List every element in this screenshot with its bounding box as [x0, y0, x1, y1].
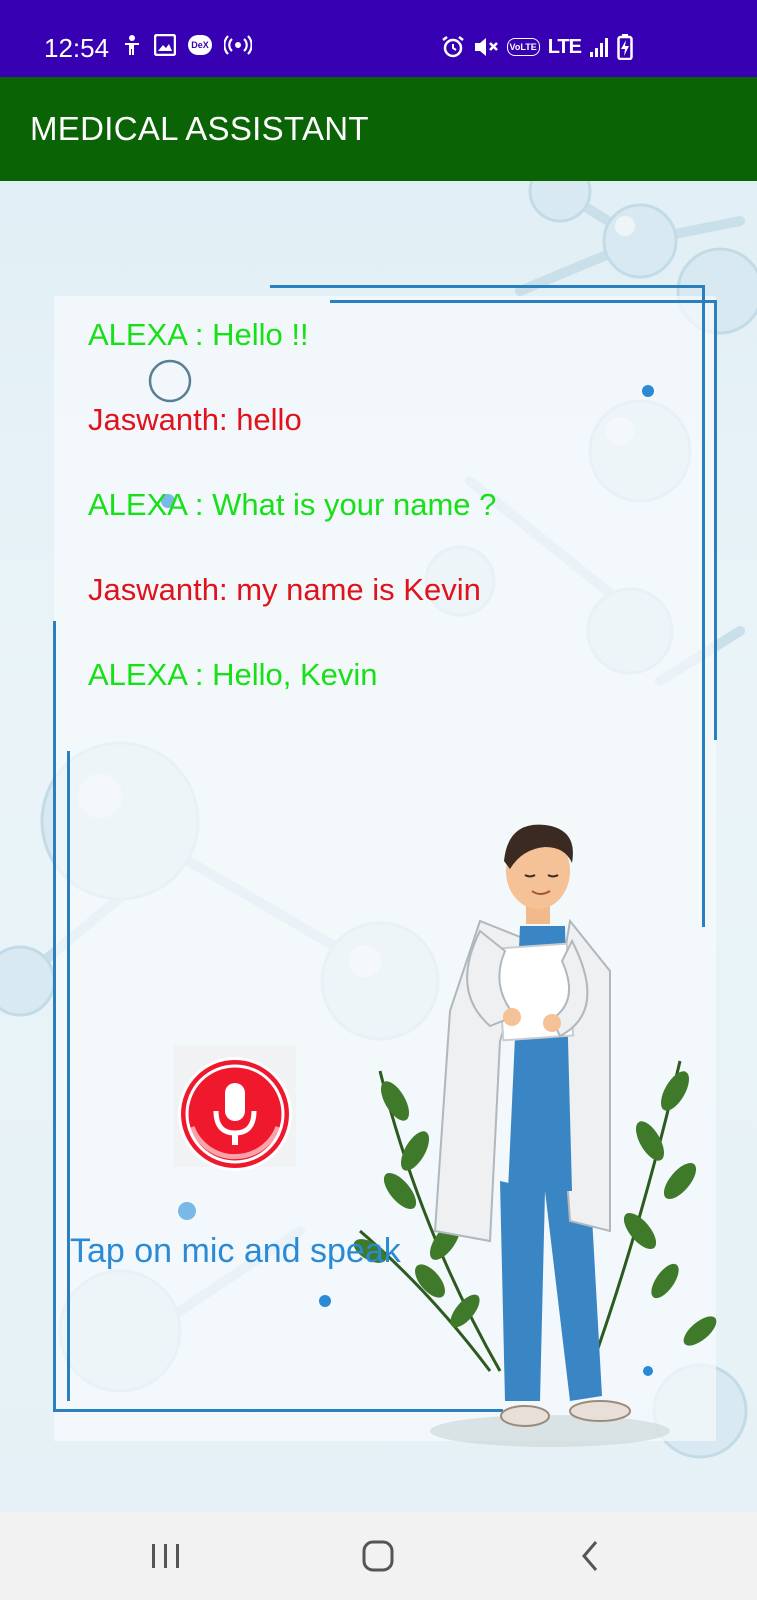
microphone-icon	[181, 1060, 289, 1168]
back-button[interactable]	[550, 1528, 630, 1584]
home-button[interactable]	[338, 1528, 418, 1584]
home-icon	[362, 1540, 394, 1572]
chat-message-bot: ALEXA : What is your name ?	[88, 487, 497, 522]
status-bar: 12:54 DeX VoLTE LTE	[0, 0, 757, 77]
app-screen: 12:54 DeX VoLTE LTE MEDICAL ASSISTANT AL…	[0, 0, 757, 1600]
accessibility-icon	[125, 35, 139, 55]
gallery-icon	[154, 34, 176, 56]
hotspot-icon	[224, 35, 252, 55]
volte-icon: VoLTE	[506, 38, 540, 56]
chat-message-bot: ALEXA : Hello, Kevin	[88, 657, 378, 692]
battery-charging-icon	[617, 34, 633, 60]
status-time: 12:54	[44, 33, 110, 63]
back-icon	[582, 1541, 598, 1571]
mic-hint-text: Tap on mic and speak	[70, 1232, 401, 1270]
mic-button[interactable]	[178, 1057, 292, 1171]
app-title: MEDICAL ASSISTANT	[30, 110, 369, 147]
chat-message-user: Jaswanth: my name is Kevin	[88, 572, 481, 607]
recent-apps-button[interactable]	[126, 1528, 206, 1584]
alarm-icon	[441, 36, 464, 58]
dex-icon: DeX	[188, 35, 212, 55]
chat-message-user: Jaswanth: hello	[88, 402, 302, 437]
app-bar: MEDICAL ASSISTANT	[0, 77, 757, 181]
navigation-bar	[0, 1512, 757, 1600]
signal-icon	[590, 38, 608, 57]
chat-message-bot: ALEXA : Hello !!	[88, 317, 309, 352]
content-area: ALEXA : Hello !! Jaswanth: hello ALEXA :…	[0, 181, 757, 1512]
mute-icon	[474, 38, 498, 56]
doctor-illustration	[353, 824, 717, 1447]
recent-apps-icon	[152, 1544, 179, 1568]
chat-log: ALEXA : Hello !! Jaswanth: hello ALEXA :…	[88, 315, 688, 740]
network-type-label: LTE	[547, 35, 582, 58]
